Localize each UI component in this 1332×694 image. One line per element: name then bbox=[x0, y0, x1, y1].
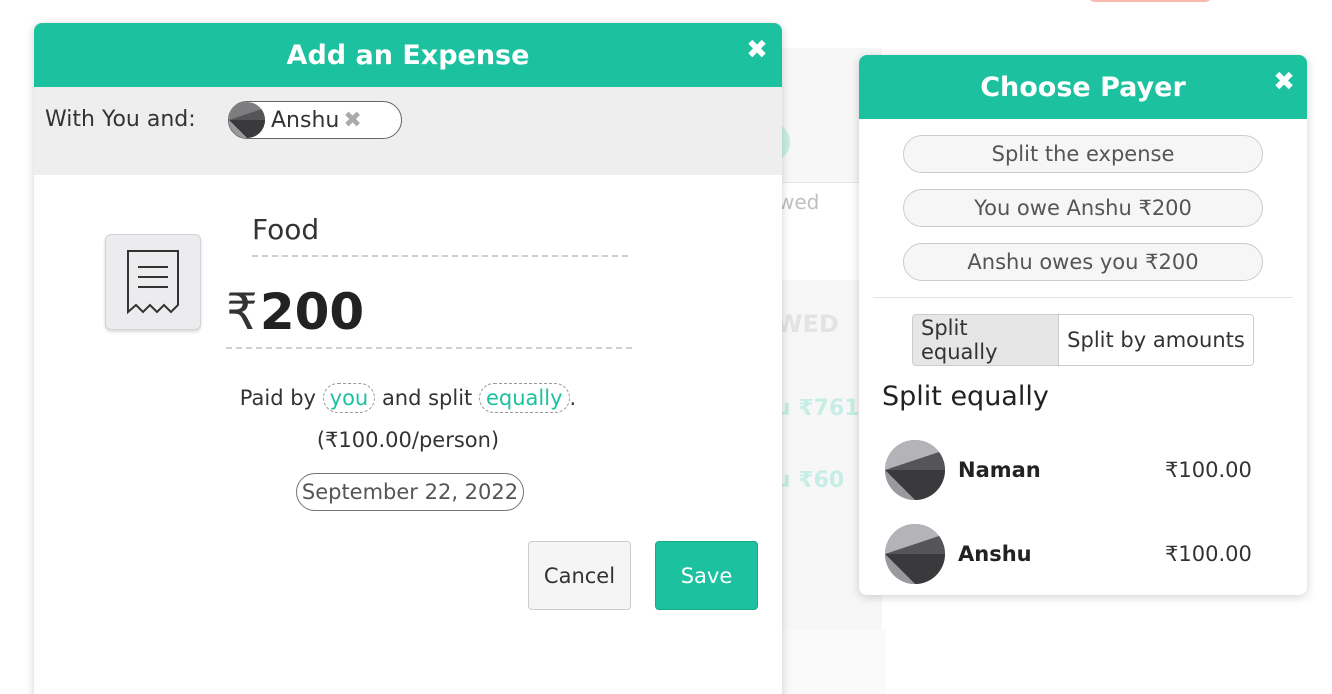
amount-value: 200 bbox=[259, 283, 365, 341]
option-split-expense[interactable]: Split the expense bbox=[903, 135, 1263, 173]
background-amount-2: u ₹60 bbox=[775, 468, 845, 493]
split-suffix: . bbox=[569, 386, 577, 410]
avatar-icon bbox=[885, 524, 945, 584]
split-equally-button[interactable]: Split equally bbox=[913, 315, 1059, 365]
modal-header: Add an Expense ✖ bbox=[34, 23, 782, 87]
receipt-icon bbox=[127, 250, 179, 315]
per-person-text: (₹100.00/person) bbox=[316, 428, 500, 452]
person-name: Naman bbox=[958, 458, 1041, 482]
avatar-icon bbox=[229, 102, 265, 138]
with-row: With You and: Anshu ✖ bbox=[34, 87, 782, 175]
close-icon[interactable]: ✖ bbox=[1271, 67, 1297, 97]
person-row: Anshu ₹100.00 bbox=[885, 523, 1275, 585]
person-name: Anshu bbox=[958, 542, 1032, 566]
modal-title: Add an Expense bbox=[286, 39, 530, 71]
split-heading: Split equally bbox=[882, 381, 1049, 412]
choose-payer-panel: Choose Payer ✖ Split the expense You owe… bbox=[859, 55, 1307, 595]
avatar-icon bbox=[885, 440, 945, 500]
category-button[interactable] bbox=[105, 234, 201, 330]
person-row: Naman ₹100.00 bbox=[885, 439, 1275, 501]
payer-title: Choose Payer bbox=[980, 71, 1186, 103]
date-button[interactable]: September 22, 2022 bbox=[296, 473, 524, 511]
amount-input[interactable]: ₹ 200 bbox=[226, 283, 632, 349]
remove-chip-icon[interactable]: ✖ bbox=[343, 108, 361, 133]
payer-header: Choose Payer ✖ bbox=[859, 55, 1307, 119]
option-they-owe[interactable]: Anshu owes you ₹200 bbox=[903, 243, 1263, 281]
split-middle: and split bbox=[381, 386, 473, 410]
divider bbox=[873, 297, 1293, 298]
participant-chip[interactable]: Anshu ✖ bbox=[228, 101, 402, 139]
split-link[interactable]: equally bbox=[478, 383, 570, 413]
background-heading-fragment: WED bbox=[776, 310, 839, 338]
save-button[interactable]: Save bbox=[655, 541, 758, 610]
background-pill bbox=[1088, 0, 1212, 2]
option-you-owe[interactable]: You owe Anshu ₹200 bbox=[903, 189, 1263, 227]
cancel-button[interactable]: Cancel bbox=[528, 541, 631, 610]
add-expense-modal: Add an Expense ✖ With You and: Anshu ✖ F… bbox=[34, 23, 782, 694]
payer-link[interactable]: you bbox=[322, 383, 376, 413]
split-mode-toggle: Split equally Split by amounts bbox=[912, 314, 1254, 366]
paid-by-line: Paid by you and split equally. bbox=[34, 383, 782, 413]
background-owed-text: wed bbox=[778, 190, 820, 214]
with-label: With You and: bbox=[45, 107, 196, 132]
chip-name: Anshu bbox=[271, 107, 340, 133]
description-input[interactable]: Food bbox=[252, 213, 628, 257]
paid-by-prefix: Paid by bbox=[239, 386, 316, 410]
split-by-amounts-button[interactable]: Split by amounts bbox=[1059, 315, 1253, 365]
person-amount: ₹100.00 bbox=[1165, 542, 1252, 566]
close-icon[interactable]: ✖ bbox=[744, 35, 770, 65]
currency-symbol: ₹ bbox=[226, 283, 258, 341]
person-amount: ₹100.00 bbox=[1165, 458, 1252, 482]
background-amount-1: u ₹761 bbox=[775, 396, 860, 421]
